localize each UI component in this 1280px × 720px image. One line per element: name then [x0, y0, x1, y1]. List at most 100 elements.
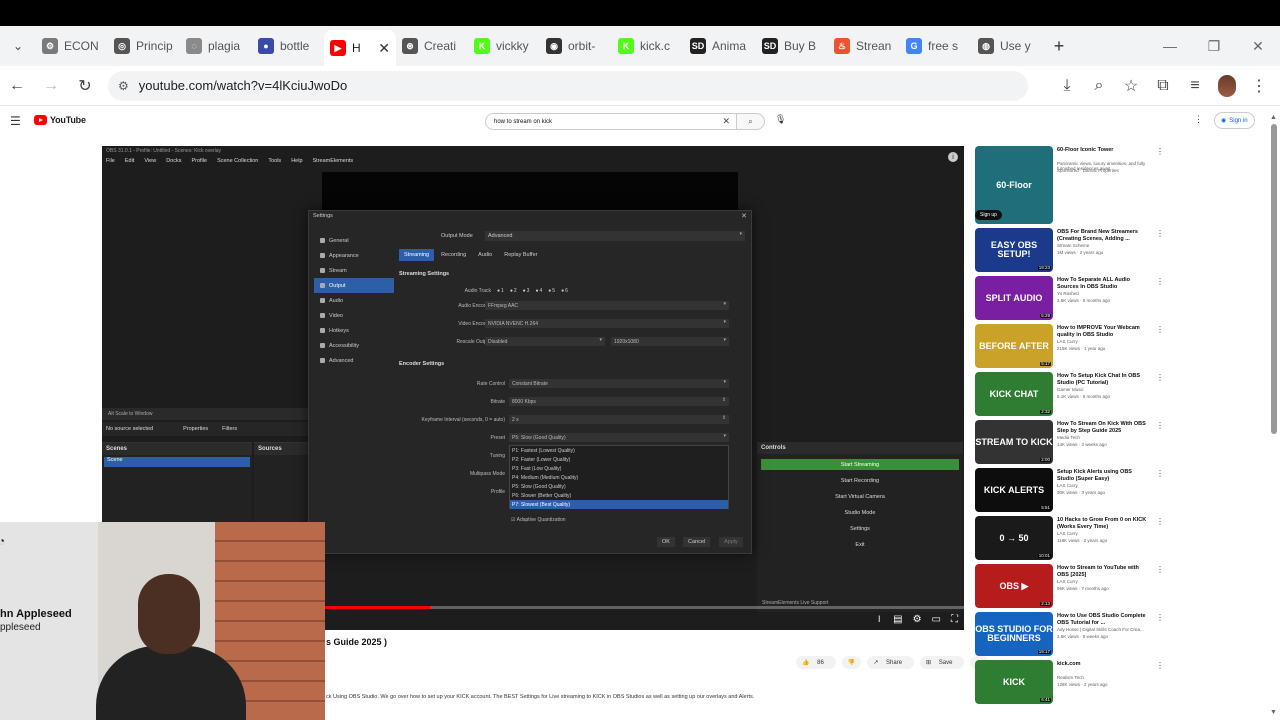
settings-nav-item[interactable]: General [314, 233, 394, 248]
video-title[interactable]: OBS For Brand New Streamers (Creating Sc… [1057, 229, 1149, 243]
bitrate-spinbox[interactable]: 8000 Kbps ⇕ [509, 397, 729, 406]
browser-tab[interactable]: ◌ plagia [180, 30, 252, 62]
recommended-video[interactable]: STREAM TO KICK 2:00 How To Stream On Kick … [975, 420, 1165, 468]
rescale-resolution-select[interactable]: 1920x1080 ▾ [611, 337, 729, 346]
keyframe-interval-spinbox[interactable]: 2 s ⇕ [509, 415, 729, 424]
properties-button[interactable]: Properties [183, 426, 208, 432]
preset-select[interactable]: P5: Slow (Good Quality) ▾ [509, 433, 729, 442]
browser-tab[interactable]: SD Anima [684, 30, 756, 62]
obs-menu-item[interactable]: Scene Collection [217, 158, 258, 164]
browser-tab[interactable]: Kvickky [468, 30, 540, 62]
browser-tab[interactable]: ◉ orbit- [540, 30, 612, 62]
video-title[interactable]: 10 Hacks to Grow From 0 on KICK (Works E… [1057, 517, 1149, 531]
video-thumbnail[interactable]: OBS STUDIO FOR BEGINNERS 19:17 [975, 612, 1053, 656]
bookmark-star-icon[interactable]: ☆ [1116, 69, 1146, 103]
recommended-video[interactable]: OBS STUDIO FOR BEGINNERS 19:17 How to Use … [975, 612, 1165, 660]
zoom-icon[interactable]: ⌕ [1084, 69, 1114, 103]
video-thumbnail[interactable]: STREAM TO KICK 2:00 [975, 420, 1053, 464]
tab-close-icon[interactable]: ✕ [378, 40, 390, 57]
video-title[interactable]: How to IMPROVE Your Webcam quality in OB… [1057, 325, 1149, 339]
tab-search-chevron-icon[interactable]: ⌄ [0, 28, 36, 64]
more-options-icon[interactable]: ⋮ [1156, 421, 1164, 430]
settings-gear-icon[interactable]: ⚙ [913, 614, 922, 625]
recommended-video[interactable]: 0 → 50 10:01 10 Hacks to Grow From 0 on KI… [975, 516, 1165, 564]
install-app-icon[interactable]: ⤓ [1052, 69, 1082, 103]
obs-menu-item[interactable]: Profile [191, 158, 207, 164]
browser-tab[interactable]: ● bottle [252, 30, 324, 62]
obs-menu-item[interactable]: View [144, 158, 156, 164]
preset-option[interactable]: P6: Slower (Better Quality) [510, 491, 728, 500]
clear-search-icon[interactable]: ✕ [722, 116, 730, 127]
forward-icon[interactable]: → [34, 69, 68, 103]
more-options-icon[interactable]: ⋮ [1156, 469, 1164, 478]
autoplay-toggle-icon[interactable]: ⏽ [875, 614, 883, 625]
close-icon[interactable]: ✕ [741, 212, 747, 220]
obs-menu-item[interactable]: StreamElements [313, 158, 354, 164]
sign-in-button[interactable]: ◉ Sign in [1214, 112, 1255, 129]
ok-button[interactable]: OK [657, 537, 675, 547]
search-input[interactable]: how to stream on kick ✕ [485, 113, 737, 130]
settings-nav-item[interactable]: Output [314, 278, 394, 293]
video-thumbnail[interactable]: KICK 6:41 [975, 660, 1053, 704]
recommended-video[interactable]: KICK 6:41 kick.com Realism Tech 128K views ·… [975, 660, 1165, 708]
save-button[interactable]: ⊞ Save [920, 656, 965, 669]
minimize-icon[interactable]: — [1148, 26, 1192, 66]
output-tab[interactable]: Streaming [399, 249, 435, 261]
video-title[interactable]: How to Use OBS Studio Complete OBS Tutor… [1057, 613, 1149, 627]
output-tab[interactable]: Audio [473, 249, 497, 261]
media-controls-icon[interactable]: ≡ [1180, 69, 1210, 103]
more-options-icon[interactable]: ⋮ [1156, 661, 1164, 670]
extensions-icon[interactable]: ⧉ [1148, 69, 1178, 103]
video-title[interactable]: How to Stream to YouTube with OBS [2025] [1057, 565, 1149, 579]
settings-nav-item[interactable]: Stream [314, 263, 394, 278]
fullscreen-icon[interactable]: ⛶ [951, 614, 958, 625]
audio-track-radio[interactable]: 3 [523, 288, 530, 294]
more-options-icon[interactable]: ⋮ [1156, 373, 1164, 382]
obs-menu-item[interactable]: File [106, 158, 115, 164]
back-icon[interactable]: ← [0, 69, 34, 103]
settings-nav-item[interactable]: Hotkeys [314, 323, 394, 338]
preset-option[interactable]: P5: Slow (Good Quality) [510, 482, 728, 491]
settings-nav-item[interactable]: Audio [314, 293, 394, 308]
video-encoder-select[interactable]: NVIDIA NVENC H.264 ▾ [485, 319, 729, 328]
like-button[interactable]: 👍 86 [796, 656, 836, 669]
video-thumbnail[interactable]: OBS ▶ 2:13 [975, 564, 1053, 608]
video-description[interactable]: ck Using OBS Studio. We go over how to s… [326, 694, 956, 700]
share-button[interactable]: ↗ Share [867, 656, 915, 669]
obs-menu-item[interactable]: Edit [125, 158, 134, 164]
adaptive-quantization-checkbox[interactable]: ☑ Adaptive Quantization [511, 517, 566, 523]
more-options-icon[interactable]: ⋮ [1156, 147, 1164, 156]
scroll-up-icon[interactable]: ▲ [1270, 114, 1277, 121]
video-title[interactable]: Setup Kick Alerts using OBS Studio (Supe… [1057, 469, 1149, 483]
browser-tab[interactable]: ⚙ ECON [36, 30, 108, 62]
video-thumbnail[interactable]: KICK CHAT 2:32 [975, 372, 1053, 416]
info-icon[interactable]: i [948, 152, 958, 162]
obs-control-button[interactable]: Start Virtual Camera [761, 491, 959, 502]
preset-option[interactable]: P7: Slowest (Best Quality) [510, 500, 728, 509]
video-thumbnail[interactable]: SPLIT AUDIO 5:29 [975, 276, 1053, 320]
video-thumbnail[interactable]: KICK ALERTS 5:51 [975, 468, 1053, 512]
youtube-logo[interactable]: YouTube [34, 115, 86, 125]
browser-menu-icon[interactable]: ⋮ [1244, 69, 1274, 103]
obs-control-button[interactable]: Studio Mode [761, 507, 959, 518]
more-options-icon[interactable]: ⋮ [1156, 325, 1164, 334]
search-button[interactable]: ⌕ [737, 113, 765, 130]
apply-button[interactable]: Apply [719, 537, 743, 547]
output-mode-select[interactable]: Advanced ▾ [485, 231, 745, 241]
subtitles-icon[interactable]: ▤ [893, 614, 902, 625]
video-title[interactable]: 60-Floor Iconic Tower [1057, 147, 1149, 154]
recommended-video[interactable]: SPLIT AUDIO 5:29 How To Separate ALL Audio… [975, 276, 1165, 324]
settings-nav-item[interactable]: Video [314, 308, 394, 323]
close-window-icon[interactable]: ✕ [1236, 26, 1280, 66]
recommended-video[interactable]: EASY OBS SETUP! 18:23 OBS For Brand New St… [975, 228, 1165, 276]
site-info-icon[interactable]: ⚙ [118, 79, 129, 93]
address-bar[interactable]: ⚙ youtube.com/watch?v=4lKciuJwoDo [108, 70, 1028, 101]
preset-option[interactable]: P3: Fast (Low Quality) [510, 464, 728, 473]
audio-track-radio[interactable]: 1 [497, 288, 504, 294]
preset-option[interactable]: P2: Faster (Lower Quality) [510, 455, 728, 464]
video-thumbnail[interactable]: 0 → 50 10:01 [975, 516, 1053, 560]
recommended-video[interactable]: BEFORE AFTER 5:17 How to IMPROVE Your Webc… [975, 324, 1165, 372]
hamburger-menu-icon[interactable]: ☰ [10, 114, 21, 128]
browser-tab[interactable]: Gfree s [900, 30, 972, 62]
more-options-icon[interactable]: ⋮ [1156, 229, 1164, 238]
